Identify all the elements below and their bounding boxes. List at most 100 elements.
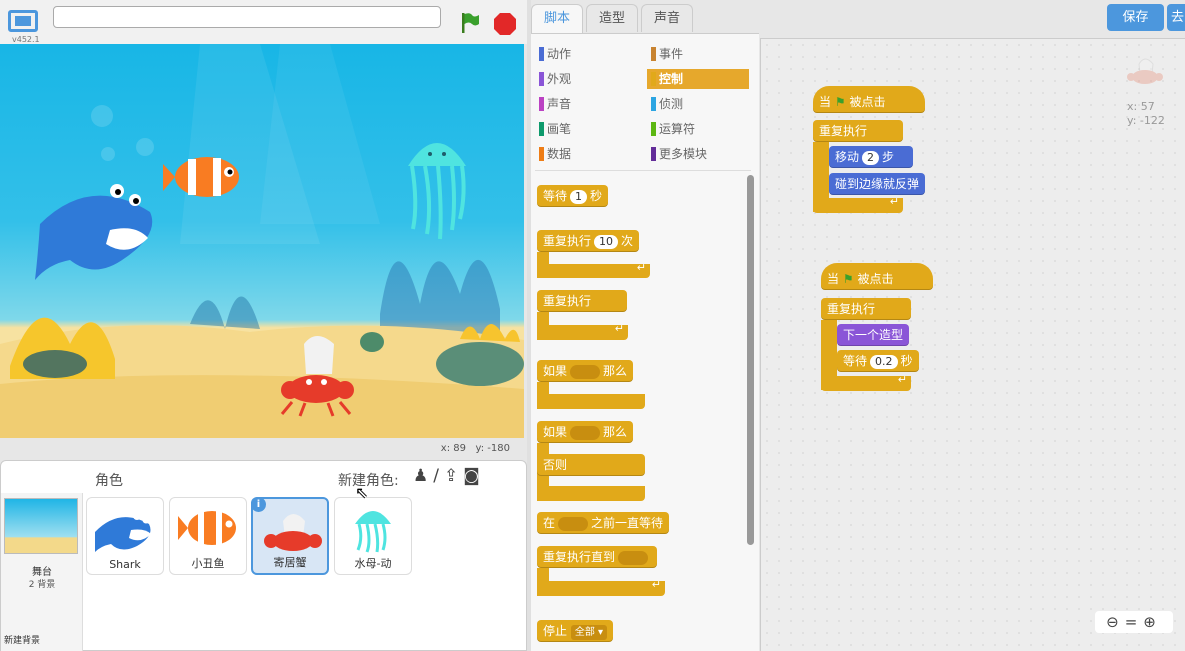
- sprites-header: 角色: [95, 473, 123, 489]
- stage-thumbnail[interactable]: [4, 498, 78, 554]
- category-swatch: [651, 72, 656, 86]
- tab-costumes[interactable]: 造型: [586, 4, 638, 32]
- y-label: y:: [1127, 114, 1137, 127]
- sprite-name: 寄居蟹: [273, 556, 307, 569]
- sprite-card-clownfish[interactable]: 小丑鱼: [169, 497, 247, 575]
- block-text: 次: [621, 234, 634, 248]
- block-input[interactable]: 1: [570, 190, 588, 204]
- block-condition-slot[interactable]: [618, 550, 649, 565]
- sprite-info-icon[interactable]: i: [251, 497, 266, 512]
- palette-scrollbar[interactable]: [747, 175, 754, 545]
- category-sensing[interactable]: 侦测: [647, 94, 749, 114]
- camera-icon[interactable]: ◙: [463, 466, 485, 486]
- block-text: 等待: [843, 354, 868, 368]
- category-swatch: [651, 47, 656, 61]
- new-sprite-tools: ♟/⇪◙: [413, 466, 485, 486]
- category-events[interactable]: 事件: [647, 44, 749, 64]
- zoom-in-icon[interactable]: ⊕: [1143, 613, 1162, 631]
- script2-forever-block[interactable]: 重复执行: [821, 298, 911, 320]
- block-c-arm: ↵: [813, 195, 903, 213]
- category-operators[interactable]: 运算符: [647, 119, 749, 139]
- script1-move-block[interactable]: 移动 2 步: [829, 146, 913, 168]
- share-button[interactable]: 去: [1167, 4, 1185, 31]
- category-control[interactable]: 控制: [647, 69, 749, 89]
- category-swatch: [539, 97, 544, 111]
- green-flag-icon[interactable]: [460, 12, 480, 34]
- block-text: 等待: [543, 189, 568, 203]
- block-condition-slot[interactable]: [558, 516, 589, 531]
- block-text: 那么: [603, 364, 628, 378]
- coord-y-label: y:: [475, 443, 485, 454]
- block-if-else[interactable]: 如果 那么: [537, 421, 634, 443]
- script1-bounce-block[interactable]: 碰到边缘就反弹: [829, 173, 926, 195]
- category-pen[interactable]: 画笔: [535, 119, 643, 139]
- sprite-name: 小丑鱼: [191, 557, 225, 570]
- block-repeat-until[interactable]: 重复执行直到: [537, 546, 658, 568]
- stage-canvas[interactable]: [0, 44, 524, 438]
- block-text: 秒: [590, 189, 603, 203]
- block-dropdown[interactable]: 全部 ▾: [570, 625, 608, 640]
- current-sprite-icon: [1127, 58, 1163, 84]
- zoom-reset-icon[interactable]: =: [1125, 613, 1144, 631]
- block-wait[interactable]: 等待 1 秒: [537, 185, 609, 207]
- category-swatch: [651, 122, 656, 136]
- block-condition-slot[interactable]: [570, 364, 601, 379]
- block-input[interactable]: 2: [862, 151, 880, 165]
- sprite-card-jellyfish[interactable]: 水母-动: [334, 497, 412, 575]
- block-input[interactable]: 0.2: [870, 355, 898, 369]
- script2-next-costume-block[interactable]: 下一个造型: [837, 324, 910, 346]
- category-more-blocks[interactable]: 更多模块: [647, 144, 749, 164]
- category-sound[interactable]: 声音: [535, 94, 643, 114]
- category-label: 声音: [547, 97, 572, 111]
- block-text: 碰到边缘就反弹: [835, 177, 920, 191]
- block-text: 在: [543, 516, 556, 530]
- category-data[interactable]: 数据: [535, 144, 643, 164]
- block-input[interactable]: 10: [594, 235, 619, 249]
- green-flag-icon: ⚑: [834, 95, 846, 109]
- category-motion[interactable]: 动作: [535, 44, 643, 64]
- block-text: 重复执行: [543, 234, 592, 248]
- category-label: 外观: [547, 72, 572, 86]
- block-text: 之前一直等待: [591, 516, 664, 530]
- category-swatch: [651, 147, 656, 161]
- block-text: 被点击: [857, 272, 894, 286]
- stage-coordinates: x: 89 y: -180: [0, 440, 516, 460]
- block-forever[interactable]: 重复执行: [537, 290, 627, 312]
- block-c-arm: [537, 394, 645, 409]
- block-condition-slot[interactable]: [570, 425, 601, 440]
- category-swatch: [539, 47, 544, 61]
- tab-sounds[interactable]: 声音: [641, 4, 693, 32]
- upload-icon[interactable]: ⇪: [444, 466, 463, 486]
- block-text: 重复执行: [543, 294, 592, 308]
- x-label: x:: [1127, 100, 1138, 113]
- version-label: v452.1: [12, 35, 40, 44]
- block-repeat[interactable]: 重复执行 10 次: [537, 230, 640, 252]
- block-text: 如果: [543, 425, 568, 439]
- tab-scripts[interactable]: 脚本: [531, 4, 583, 34]
- script1-forever-block[interactable]: 重复执行: [813, 120, 903, 142]
- script1-hat-block[interactable]: 当 ⚑ 被点击: [813, 86, 925, 113]
- block-text: 步: [882, 150, 895, 164]
- paint-brush-icon[interactable]: /: [433, 466, 444, 486]
- save-button[interactable]: 保存: [1107, 4, 1164, 31]
- hermit-crab-thumbnail: [264, 514, 322, 551]
- category-swatch: [539, 122, 544, 136]
- jellyfish-thumbnail: [355, 511, 391, 553]
- sprite-card-shark[interactable]: Shark: [86, 497, 164, 575]
- project-title-input[interactable]: [53, 6, 441, 28]
- fullscreen-icon[interactable]: [8, 10, 38, 32]
- block-wait-until[interactable]: 在 之前一直等待: [537, 512, 670, 534]
- green-flag-icon: ⚑: [842, 272, 854, 286]
- category-label: 侦测: [659, 97, 684, 111]
- category-looks[interactable]: 外观: [535, 69, 643, 89]
- block-stop[interactable]: 停止 全部 ▾: [537, 620, 614, 642]
- stop-icon[interactable]: [493, 12, 517, 36]
- sprite-library-icon[interactable]: ♟: [413, 466, 433, 486]
- zoom-out-icon[interactable]: ⊖: [1106, 613, 1125, 631]
- stage-toolbar: v452.1: [0, 0, 527, 44]
- block-if-then[interactable]: 如果 那么: [537, 360, 634, 382]
- stage-thumbnail-column: 舞台 2 背景 新建背景 ▣/⇪◙: [1, 493, 83, 651]
- script2-wait-block[interactable]: 等待 0.2 秒: [837, 350, 919, 372]
- script2-hat-block[interactable]: 当 ⚑ 被点击: [821, 263, 933, 290]
- sprite-name: Shark: [109, 558, 141, 571]
